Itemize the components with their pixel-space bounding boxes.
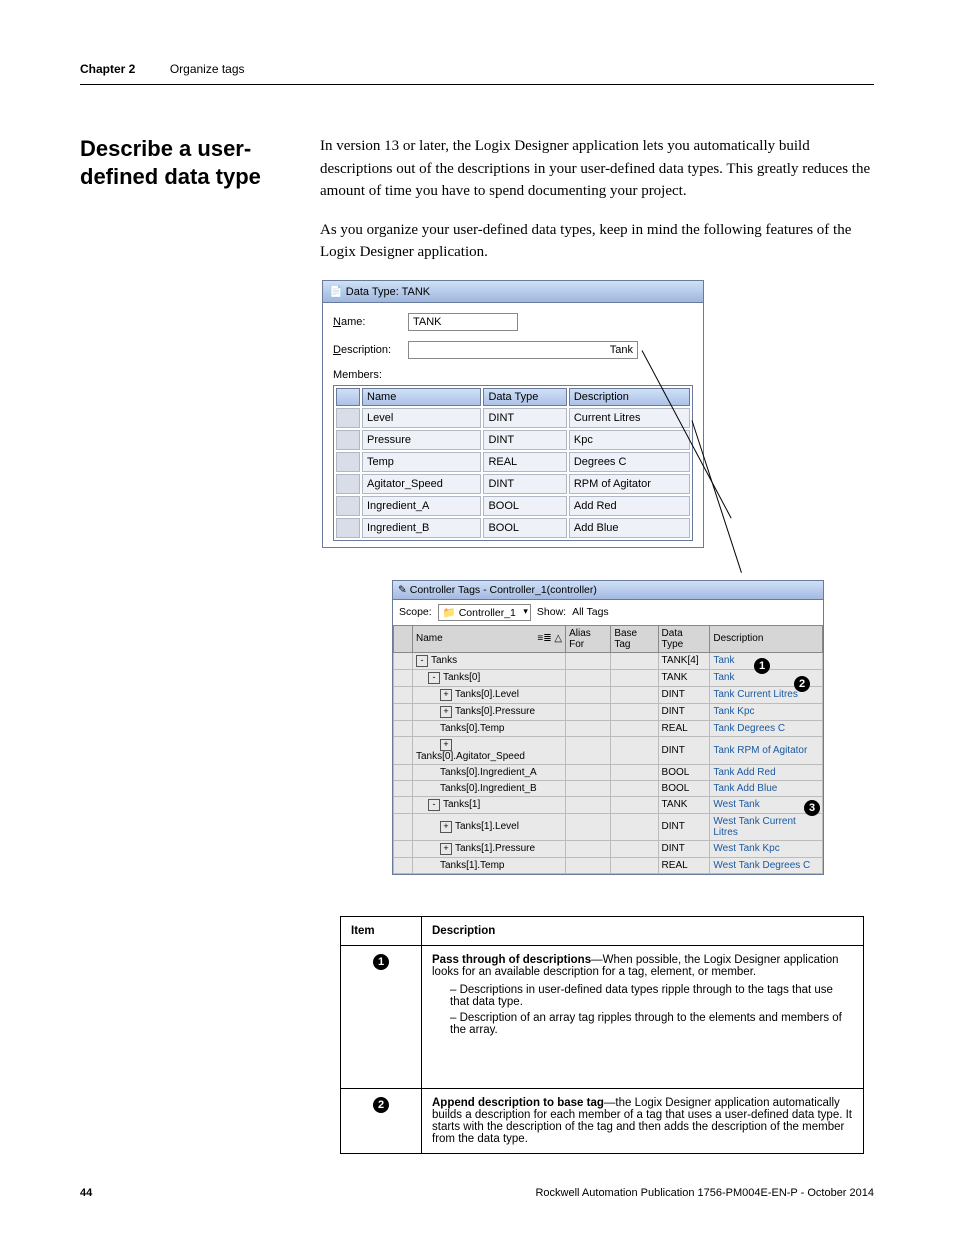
col-item: Item (341, 916, 422, 945)
col-name[interactable]: Name (362, 388, 481, 406)
bullet-1: Descriptions in user-defined data types … (450, 984, 853, 1008)
member-row[interactable]: Agitator_SpeedDINTRPM of Agitator (336, 474, 690, 494)
section-heading: Describe a user-defined data type (80, 135, 280, 190)
chapter-label: Chapter 2 (80, 62, 135, 76)
data-type-dialog: 📄 Data Type: TANK Name: TANK Description… (322, 280, 704, 548)
tag-row[interactable]: Tanks[1].TempREALWest Tank Degrees C (394, 857, 823, 873)
col-datatype[interactable]: Data Type (483, 388, 566, 406)
screenshot-region: 📄 Data Type: TANK Name: TANK Description… (322, 280, 874, 870)
edit-icon: ✎ (398, 584, 407, 596)
page-number: 44 (80, 1187, 92, 1199)
publication-id: Rockwell Automation Publication 1756-PM0… (535, 1187, 874, 1199)
member-row[interactable]: TempREALDegrees C (336, 452, 690, 472)
tag-row[interactable]: +Tanks[1].PressureDINTWest Tank Kpc (394, 840, 823, 857)
callout-legend-table: Item Description 1 Pass through of descr… (340, 916, 864, 1154)
scope-label: Scope: (399, 606, 432, 618)
tag-row[interactable]: Tanks[0].TempREALTank Degrees C (394, 720, 823, 736)
controller-tags-window: ✎ Controller Tags - Controller_1(control… (392, 580, 824, 875)
tag-row[interactable]: +Tanks[0].LevelDINTTank Current Litres (394, 686, 823, 703)
page-header: Chapter 2 Organize tags (80, 60, 874, 85)
name-input[interactable]: TANK (408, 313, 518, 331)
paragraph-2: As you organize your user-defined data t… (320, 219, 874, 264)
scope-combo[interactable]: 📁 Controller_1 (438, 604, 531, 621)
member-row[interactable]: Ingredient_BBOOLAdd Blue (336, 518, 690, 538)
member-row[interactable]: LevelDINTCurrent Litres (336, 408, 690, 428)
col-basetag[interactable]: Base Tag (611, 625, 658, 652)
show-value: All Tags (572, 606, 609, 618)
item-cell-1: 1 (341, 945, 422, 1088)
tag-row[interactable]: Tanks[0].Ingredient_BBOOLTank Add Blue (394, 780, 823, 796)
dialog-title-text: Data Type: TANK (346, 286, 430, 298)
tag-row[interactable]: +Tanks[1].LevelDINTWest Tank Current Lit… (394, 813, 823, 840)
tag-row[interactable]: Tanks[0].Ingredient_ABOOLTank Add Red (394, 764, 823, 780)
col-description[interactable]: Description (569, 388, 690, 406)
dialog-title: 📄 Data Type: TANK (323, 281, 703, 303)
col-description: Description (422, 916, 864, 945)
section-label: Organize tags (170, 62, 245, 76)
desc-cell-1: Pass through of descriptions—When possib… (422, 945, 864, 1088)
description-label: Description: (333, 344, 408, 356)
paragraph-1: In version 13 or later, the Logix Design… (320, 135, 874, 203)
member-row[interactable]: PressureDINTKpc (336, 430, 690, 450)
bullet-2: Description of an array tag ripples thro… (450, 1012, 853, 1036)
show-label: Show: (537, 606, 566, 618)
dialog-icon: 📄 (329, 286, 343, 298)
window-title: ✎ Controller Tags - Controller_1(control… (393, 581, 823, 600)
desc-cell-2: Append description to base tag—the Logix… (422, 1088, 864, 1153)
col-alias[interactable]: Alias For (566, 625, 611, 652)
members-label: Members: (333, 369, 693, 381)
tag-row[interactable]: -Tanks[1]TANKWest Tank (394, 796, 823, 813)
callout-3: 3 (804, 800, 820, 816)
member-row[interactable]: Ingredient_ABOOLAdd Red (336, 496, 690, 516)
members-grid: Name Data Type Description LevelDINTCurr… (333, 385, 693, 541)
page-footer: 44 Rockwell Automation Publication 1756-… (80, 1187, 874, 1199)
window-title-text: Controller Tags - Controller_1(controlle… (410, 584, 597, 596)
item-cell-2: 2 (341, 1088, 422, 1153)
tag-row[interactable]: +Tanks[0].Agitator_SpeedDINTTank RPM of … (394, 736, 823, 764)
col-datatype[interactable]: Data Type (658, 625, 710, 652)
callout-2: 2 (794, 676, 810, 692)
name-label: Name: (333, 316, 408, 328)
callout-1: 1 (754, 658, 770, 674)
col-description[interactable]: Description (710, 625, 823, 652)
description-input[interactable]: Tank (408, 341, 638, 359)
col-name[interactable]: Name ≡≣ △ (413, 625, 566, 652)
tag-row[interactable]: +Tanks[0].PressureDINTTank Kpc (394, 703, 823, 720)
